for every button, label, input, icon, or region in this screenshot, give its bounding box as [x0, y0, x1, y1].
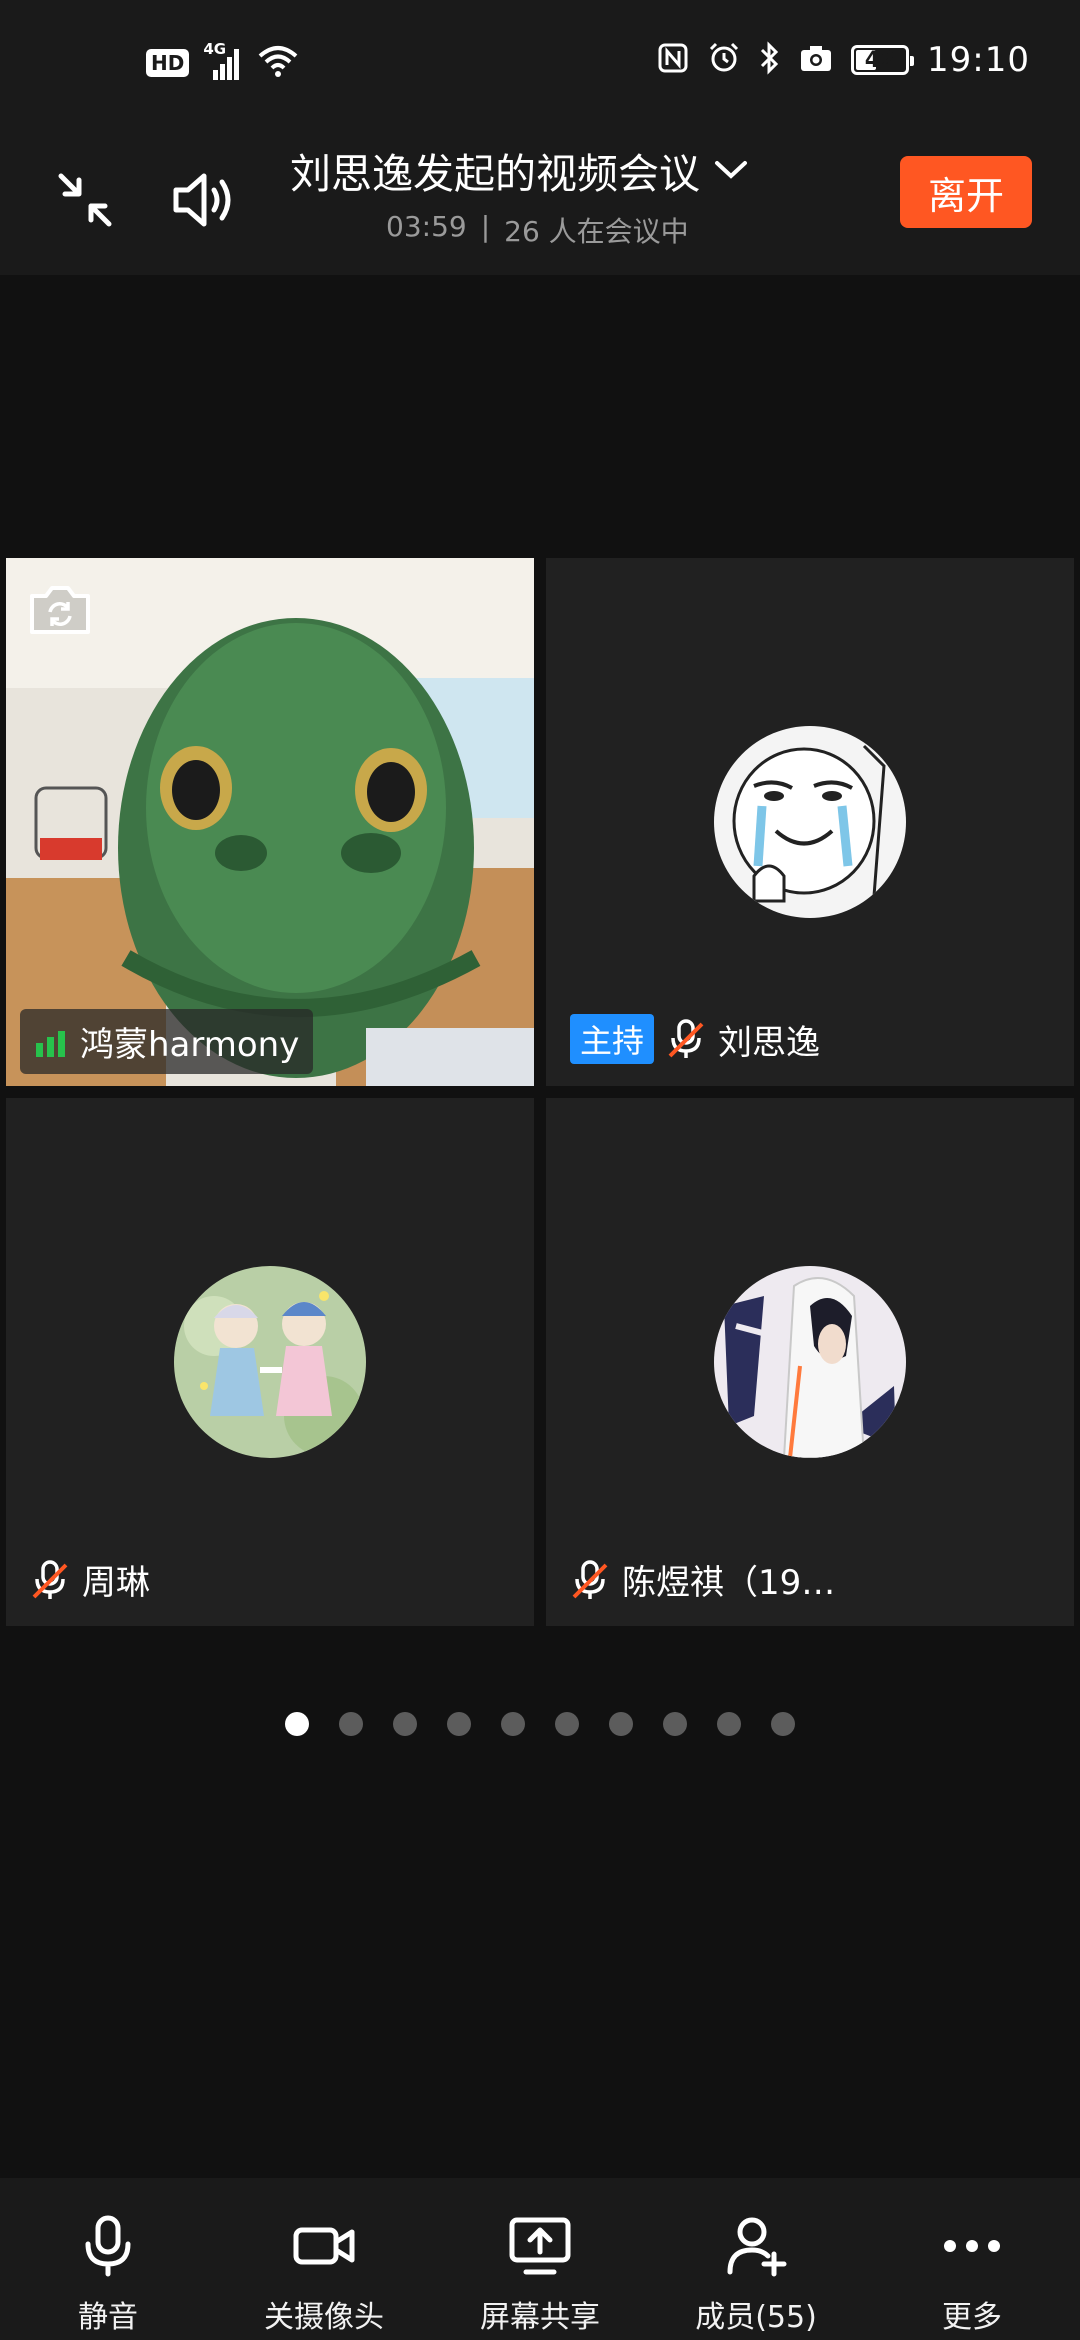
- participant-label: 周琳: [30, 1555, 150, 1604]
- microphone-icon: [85, 2215, 131, 2277]
- page-dot[interactable]: [447, 1712, 471, 1736]
- participant-name: 鸿蒙harmony: [80, 1025, 300, 1065]
- avatar: [714, 1266, 906, 1458]
- mic-muted-icon: [668, 1019, 704, 1058]
- participant-label: 主持 刘思逸: [570, 1014, 820, 1064]
- participant-name: 陈煜祺（19…: [622, 1563, 836, 1603]
- minimize-button[interactable]: [40, 155, 130, 245]
- meeting-title: 刘思逸发起的视频会议: [290, 150, 700, 198]
- members-label: 成员(55): [695, 2300, 817, 2335]
- more-button[interactable]: 更多: [864, 2178, 1080, 2340]
- page-dot[interactable]: [771, 1712, 795, 1736]
- minimize-icon: [58, 173, 112, 227]
- participant-label: 鸿蒙harmony: [20, 1009, 314, 1074]
- page-dot[interactable]: [555, 1712, 579, 1736]
- nfc-icon: [657, 42, 689, 78]
- page-dot[interactable]: [285, 1712, 309, 1736]
- battery-level: 42: [864, 47, 896, 73]
- audio-level-icon: [36, 1030, 65, 1057]
- video-meeting-screen: HD 4G 42 19:10 刘思逸发起的视频会议 03:59 | 26 人在会…: [0, 0, 1080, 2340]
- speaker-icon: [173, 173, 231, 227]
- participant-name: 周琳: [82, 1563, 150, 1603]
- more-icon: [944, 2240, 1000, 2252]
- video-camera-icon: [293, 2227, 355, 2265]
- page-dot[interactable]: [609, 1712, 633, 1736]
- alarm-icon: [707, 41, 741, 79]
- participant-count: 26 人在会议中: [504, 215, 689, 248]
- camera-status-icon: [799, 43, 833, 77]
- meeting-header: 刘思逸发起的视频会议 03:59 | 26 人在会议中 离开: [0, 130, 1080, 275]
- mic-muted-icon: [32, 1559, 68, 1599]
- participant-tile[interactable]: 主持 刘思逸: [546, 558, 1074, 1086]
- page-dot[interactable]: [663, 1712, 687, 1736]
- participant-tile[interactable]: 周琳: [6, 1098, 534, 1626]
- camera-switch-icon[interactable]: [24, 576, 96, 640]
- hd-badge: HD: [146, 49, 190, 77]
- camera-off-button[interactable]: 关摄像头: [216, 2178, 432, 2340]
- status-bar: HD 4G 42 19:10: [0, 0, 1080, 130]
- bluetooth-icon: [759, 41, 781, 79]
- meeting-title-area[interactable]: 刘思逸发起的视频会议 03:59 | 26 人在会议中: [290, 140, 790, 250]
- meeting-toolbar: 静音 关摄像头 屏幕共享 成员(55) 更多: [0, 2178, 1080, 2340]
- status-right: 42 19:10: [657, 40, 1030, 80]
- page-dot[interactable]: [393, 1712, 417, 1736]
- mic-muted-icon: [572, 1559, 608, 1599]
- leave-button[interactable]: 离开: [900, 156, 1032, 228]
- screen-share-icon: [509, 2217, 571, 2275]
- avatar: [174, 1266, 366, 1458]
- avatar: [714, 726, 906, 918]
- share-label: 屏幕共享: [480, 2300, 600, 2335]
- mute-label: 静音: [78, 2300, 138, 2335]
- clock: 19:10: [927, 40, 1030, 80]
- page-indicator[interactable]: [0, 1712, 1080, 1736]
- participant-tile[interactable]: 陈煜祺（19…: [546, 1098, 1074, 1626]
- camera-label: 关摄像头: [264, 2300, 384, 2335]
- wifi-icon: [257, 44, 299, 82]
- cellular-signal-icon: 4G: [203, 40, 243, 80]
- screen-share-button[interactable]: 屏幕共享: [432, 2178, 648, 2340]
- more-label: 更多: [942, 2300, 1002, 2335]
- add-member-icon: [727, 2217, 787, 2277]
- speaker-button[interactable]: [160, 155, 250, 245]
- page-dot[interactable]: [501, 1712, 525, 1736]
- meeting-duration: 03:59: [386, 210, 467, 243]
- status-left: HD 4G: [146, 40, 299, 82]
- meeting-title-row[interactable]: 刘思逸发起的视频会议: [290, 140, 790, 200]
- page-dot[interactable]: [339, 1712, 363, 1736]
- chevron-down-icon: [715, 161, 747, 179]
- subtitle-separator: |: [480, 210, 491, 243]
- battery-icon: 42: [851, 45, 915, 75]
- page-dot[interactable]: [717, 1712, 741, 1736]
- meeting-subtitle: 03:59 | 26 人在会议中: [290, 210, 790, 250]
- participant-tile[interactable]: 鸿蒙harmony: [6, 558, 534, 1086]
- host-badge: 主持: [570, 1014, 655, 1064]
- mute-button[interactable]: 静音: [0, 2178, 216, 2340]
- participant-name: 刘思逸: [718, 1022, 821, 1063]
- participant-label: 陈煜祺（19…: [570, 1555, 835, 1604]
- members-button[interactable]: 成员(55): [648, 2178, 864, 2340]
